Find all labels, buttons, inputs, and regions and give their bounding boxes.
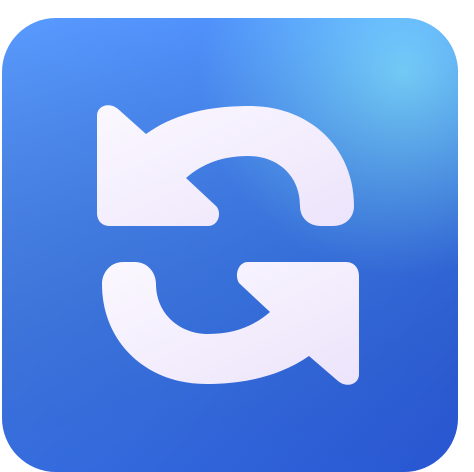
counterclockwise-arrows-icon (2, 18, 458, 472)
tile-shade (2, 18, 458, 472)
icon-tile (0, 0, 474, 472)
icon-canvas (0, 0, 474, 472)
